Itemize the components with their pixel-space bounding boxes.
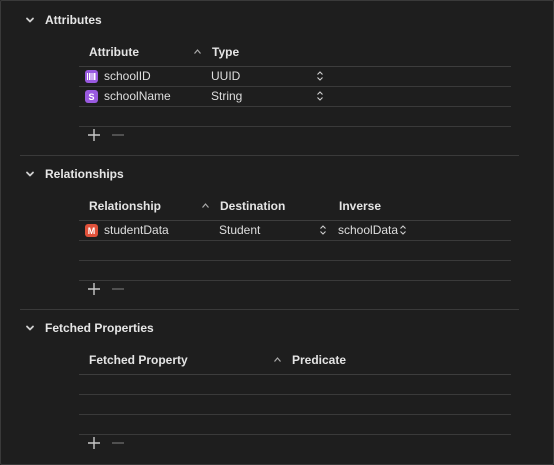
- attributes-header[interactable]: Attributes: [24, 11, 102, 29]
- add-relationship-button[interactable]: [86, 281, 102, 297]
- fetched-properties-footer: [86, 435, 126, 451]
- column-header-relationship[interactable]: Relationship: [89, 199, 161, 213]
- relationships-section: Relationships Relationship Destination I…: [0, 164, 554, 310]
- remove-attribute-button[interactable]: [110, 127, 126, 143]
- column-header-attribute[interactable]: Attribute: [89, 45, 139, 59]
- inverse-popup-icon[interactable]: [399, 224, 407, 236]
- relationship-inverse[interactable]: schoolData: [338, 223, 398, 237]
- attribute-uuid-icon: [85, 70, 98, 83]
- attribute-type[interactable]: String: [211, 89, 242, 103]
- attributes-title: Attributes: [45, 13, 102, 27]
- section-divider: [20, 155, 519, 156]
- empty-row: [79, 261, 511, 281]
- relationship-name[interactable]: studentData: [104, 223, 169, 237]
- attributes-section: Attributes Attribute Type schoolID UUID …: [0, 10, 554, 156]
- relationship-to-many-icon: M: [85, 224, 98, 237]
- table-row[interactable]: M studentData Student schoolData: [79, 221, 511, 241]
- minus-icon: [112, 442, 124, 444]
- column-header-destination[interactable]: Destination: [220, 199, 285, 213]
- table-row[interactable]: schoolID UUID: [79, 67, 511, 87]
- remove-relationship-button[interactable]: [110, 281, 126, 297]
- relationships-title: Relationships: [45, 167, 124, 181]
- sort-ascending-icon[interactable]: [193, 48, 202, 55]
- add-attribute-button[interactable]: [86, 127, 102, 143]
- add-fetched-property-button[interactable]: [86, 435, 102, 451]
- relationships-header[interactable]: Relationships: [24, 165, 124, 183]
- type-popup-icon[interactable]: [316, 90, 324, 102]
- relationships-footer: [86, 281, 126, 297]
- column-header-predicate[interactable]: Predicate: [292, 353, 346, 367]
- sort-ascending-icon[interactable]: [273, 356, 282, 363]
- fetched-properties-table-header: Fetched Property Predicate: [79, 346, 511, 375]
- plus-icon: [88, 129, 100, 141]
- relationship-destination[interactable]: Student: [219, 223, 260, 237]
- fetched-properties-section: Fetched Properties Fetched Property Pred…: [0, 318, 554, 464]
- attributes-table: Attribute Type schoolID UUID S schoolNam…: [79, 38, 511, 127]
- fetched-properties-title: Fetched Properties: [45, 321, 154, 335]
- remove-fetched-property-button[interactable]: [110, 435, 126, 451]
- fetched-properties-header[interactable]: Fetched Properties: [24, 319, 154, 337]
- section-divider: [20, 309, 519, 310]
- chevron-down-icon[interactable]: [24, 168, 36, 180]
- minus-icon: [112, 288, 124, 290]
- relationships-table-header: Relationship Destination Inverse: [79, 192, 511, 221]
- type-popup-icon[interactable]: [316, 70, 324, 82]
- attributes-table-header: Attribute Type: [79, 38, 511, 67]
- empty-row: [79, 375, 511, 395]
- attribute-name[interactable]: schoolName: [104, 89, 171, 103]
- empty-row: [79, 241, 511, 261]
- sort-ascending-icon[interactable]: [201, 202, 210, 209]
- table-row[interactable]: S schoolName String: [79, 87, 511, 107]
- relationships-table: Relationship Destination Inverse M stude…: [79, 192, 511, 281]
- fetched-properties-table: Fetched Property Predicate: [79, 346, 511, 435]
- chevron-down-icon[interactable]: [24, 322, 36, 334]
- chevron-down-icon[interactable]: [24, 14, 36, 26]
- empty-row: [79, 107, 511, 127]
- attribute-type[interactable]: UUID: [211, 69, 240, 83]
- empty-row: [79, 395, 511, 415]
- plus-icon: [88, 283, 100, 295]
- column-header-inverse[interactable]: Inverse: [339, 199, 381, 213]
- plus-icon: [88, 437, 100, 449]
- destination-popup-icon[interactable]: [319, 224, 327, 236]
- column-header-type[interactable]: Type: [212, 45, 239, 59]
- minus-icon: [112, 134, 124, 136]
- attribute-string-icon: S: [85, 90, 98, 103]
- attributes-footer: [86, 127, 126, 143]
- attribute-name[interactable]: schoolID: [104, 69, 151, 83]
- empty-row: [79, 415, 511, 435]
- column-header-fetched-property[interactable]: Fetched Property: [89, 353, 188, 367]
